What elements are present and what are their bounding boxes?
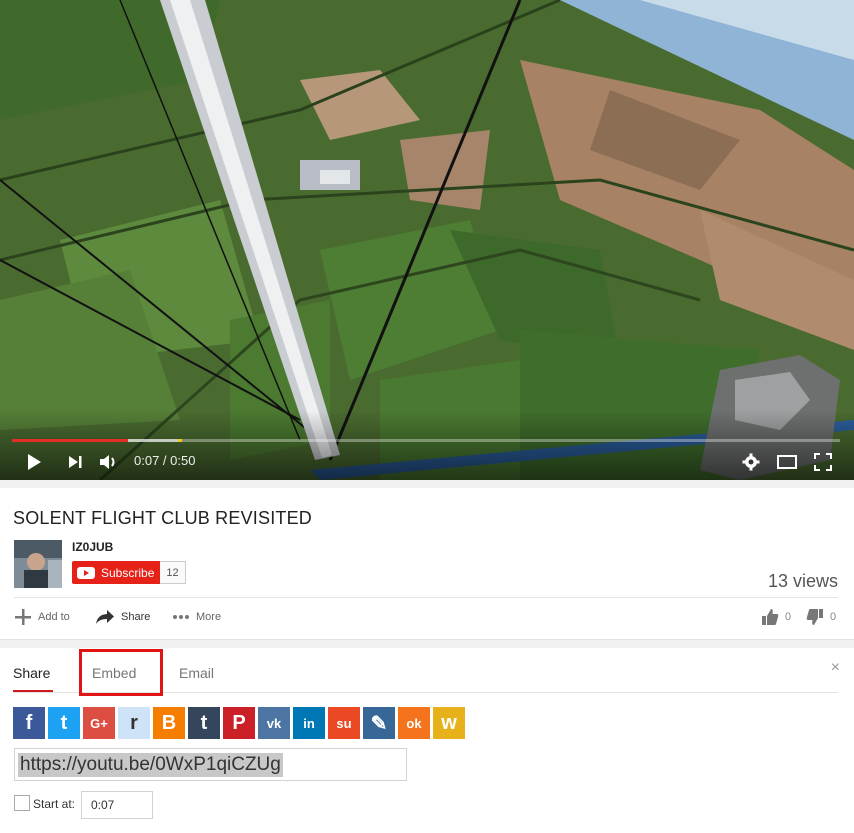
facebook-share-button[interactable]: f (13, 707, 45, 739)
avatar-image (14, 540, 62, 588)
facebook-icon: f (25, 711, 33, 734)
theater-mode-button[interactable] (775, 450, 799, 474)
play-icon (28, 454, 41, 470)
controls-gradient (0, 410, 854, 480)
view-count: 13 views (767, 571, 838, 591)
like-count: 0 (785, 611, 792, 623)
blogger-icon: B (161, 711, 177, 734)
tumblr-icon: t (200, 711, 208, 734)
progress-marker (177, 439, 182, 442)
channel-avatar[interactable] (14, 540, 62, 588)
stumbleupon-share-button[interactable]: su (328, 707, 360, 739)
next-button[interactable] (63, 450, 87, 474)
thumbs-down-icon (806, 609, 823, 625)
vk-icon: vk (266, 715, 282, 731)
odnoklassniki-icon: ok (406, 715, 422, 731)
share-panel: Share Embed Email × f t G+ r Bt Pvk in su ✎ ok w h… (0, 648, 854, 833)
pinterest-icon: P (232, 711, 246, 734)
vk-share-button[interactable]: vk (258, 707, 290, 739)
subscribe-button[interactable]: Subscribe (72, 561, 160, 584)
play-button[interactable] (22, 450, 46, 474)
mixi-icon: w (441, 711, 457, 734)
gear-icon (742, 453, 760, 471)
progress-played (12, 439, 128, 442)
add-to-label: Add to (38, 611, 70, 623)
video-info-card: SOLENT FLIGHT CLUB REVISITED IZ0JUB Subs… (0, 488, 854, 640)
volume-icon (100, 455, 115, 469)
dislike-button[interactable]: 0 (806, 607, 836, 627)
tab-embed[interactable]: Embed (92, 665, 136, 681)
start-at-input[interactable]: 0:07 (81, 791, 153, 819)
more-button[interactable]: More (172, 607, 221, 627)
twitter-share-button[interactable]: t (48, 707, 80, 739)
mixi-share-button[interactable]: w (433, 707, 465, 739)
share-arrow-icon (96, 610, 114, 624)
tabs-divider (14, 692, 838, 693)
linkedin-share-button[interactable]: in (293, 707, 325, 739)
theater-mode-icon (777, 455, 797, 469)
close-button[interactable]: × (831, 659, 840, 677)
reddit-share-button[interactable]: r (118, 707, 150, 739)
linkedin-icon: in (303, 715, 315, 731)
more-dots-icon (173, 615, 189, 619)
google-plus-icon: G+ (90, 715, 108, 731)
share-label: Share (121, 611, 151, 623)
livejournal-icon: ✎ (370, 712, 388, 735)
add-to-button[interactable]: Add to (14, 607, 70, 627)
livejournal-share-button[interactable]: ✎ (363, 707, 395, 739)
blogger-share-button[interactable]: B (153, 707, 185, 739)
share-url-text[interactable]: https://youtu.be/0WxP1qiCZUg (18, 753, 283, 777)
reddit-icon: r (130, 711, 138, 734)
start-at-checkbox[interactable] (14, 795, 30, 811)
share-url-field[interactable]: https://youtu.be/0WxP1qiCZUg (14, 748, 407, 781)
stumbleupon-icon: su (336, 715, 352, 731)
google-plus-share-button[interactable]: G+ (83, 707, 115, 739)
tab-share[interactable]: Share (13, 665, 50, 681)
social-share-buttons: f t G+ r Bt Pvk in su ✎ ok w (13, 707, 468, 739)
fullscreen-button[interactable] (811, 450, 835, 474)
plus-icon (15, 609, 31, 625)
start-at-label: Start at: (33, 797, 76, 811)
skip-next-icon (69, 456, 82, 468)
settings-button[interactable] (739, 450, 763, 474)
thumbs-up-icon (762, 609, 779, 625)
fullscreen-icon (814, 453, 832, 471)
twitter-icon: t (60, 711, 68, 734)
subscribe-label: Subscribe (101, 565, 155, 580)
youtube-logo-icon (77, 566, 95, 579)
like-button[interactable]: 0 (761, 607, 791, 627)
video-title: SOLENT FLIGHT CLUB REVISITED (13, 508, 313, 528)
video-frame[interactable] (0, 0, 854, 480)
page: 0:07 / 0:50 SOLENT FLIGHT CLUB REVISITED… (0, 0, 854, 833)
share-button[interactable]: Share (95, 607, 150, 627)
subscriber-count: 12 (160, 561, 186, 584)
tab-email[interactable]: Email (179, 665, 214, 681)
video-player[interactable]: 0:07 / 0:50 (0, 0, 854, 480)
channel-name[interactable]: IZ0JUB (72, 540, 113, 554)
odnoklassniki-share-button[interactable]: ok (398, 707, 430, 739)
pinterest-share-button[interactable]: P (223, 707, 255, 739)
time-display: 0:07 / 0:50 (134, 453, 196, 468)
divider (14, 597, 838, 598)
tumblr-share-button[interactable]: t (188, 707, 220, 739)
more-label: More (196, 611, 222, 623)
progress-bar[interactable] (12, 439, 840, 442)
dislike-count: 0 (830, 611, 837, 623)
active-tab-indicator (13, 690, 53, 692)
volume-button[interactable] (97, 450, 121, 474)
